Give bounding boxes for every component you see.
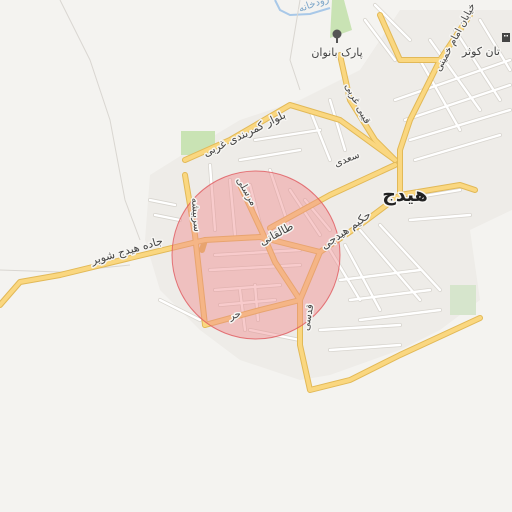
poi-label-park-banovan: پارک بانوان [311,46,362,59]
park-area-east [450,285,476,315]
building-icon[interactable] [502,33,510,42]
poi-label-kowsar: تان کوثر [461,45,500,58]
city-label: هیدج [382,184,428,206]
map-canvas[interactable]: رودخانه پارک بانوان تان کوثر خیابان امام… [0,0,512,512]
map-svg: رودخانه پارک بانوان تان کوثر خیابان امام… [0,0,512,512]
